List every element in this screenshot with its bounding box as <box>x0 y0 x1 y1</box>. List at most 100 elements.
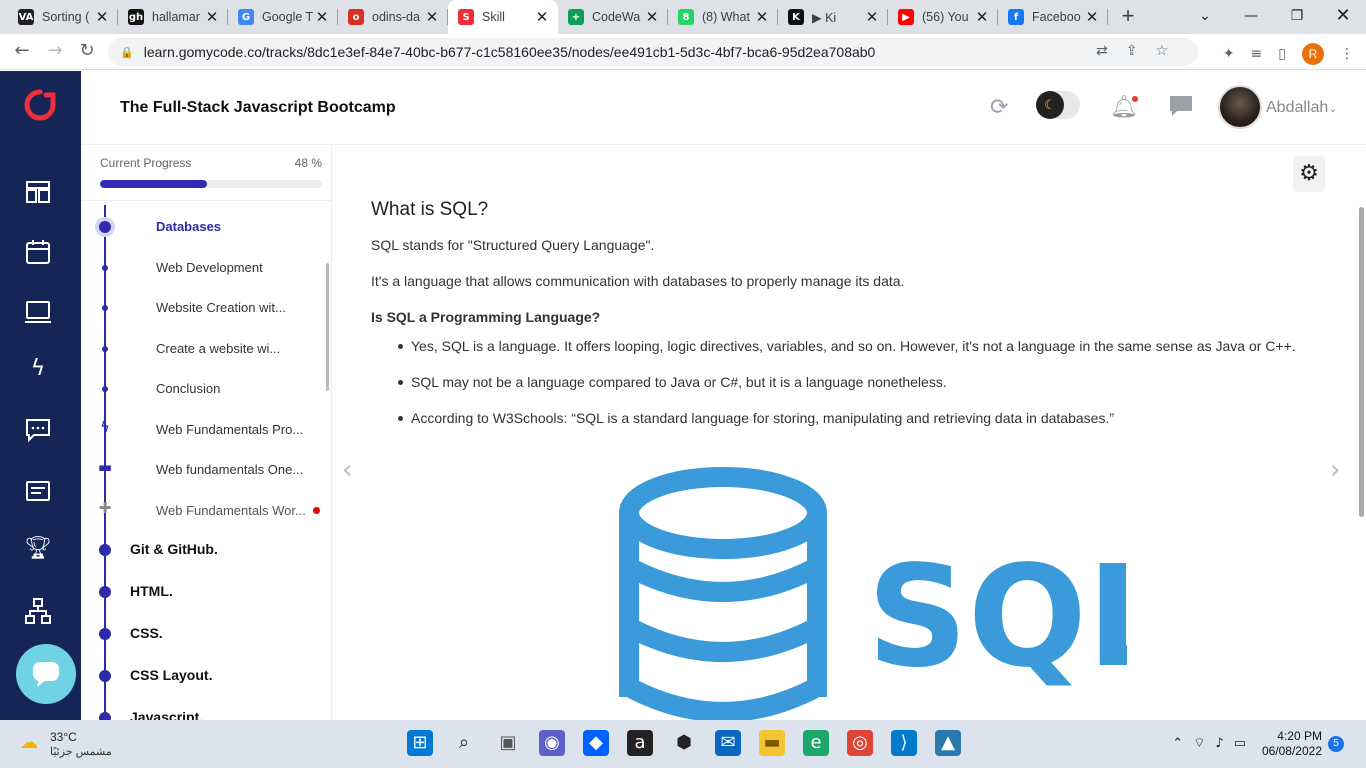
tab-close-icon[interactable]: ✕ <box>644 8 660 26</box>
sidebar-lesson-item[interactable]: Databases <box>81 215 321 239</box>
refresh-icon[interactable]: ⟳ <box>990 95 1008 120</box>
content-scrollbar[interactable] <box>1359 207 1364 517</box>
lightning-icon[interactable]: ϟ <box>24 356 52 384</box>
photos-icon[interactable]: ▲ <box>935 730 961 756</box>
support-chat-button[interactable] <box>16 644 76 704</box>
browser-tab-bar: VA Sorting (✕ gh hallamar ✕ G Google T ✕ o odins-… <box>0 0 1366 34</box>
chrome-icon[interactable]: ◎ <box>847 730 873 756</box>
new-tab-button[interactable]: + <box>1108 0 1148 34</box>
clock[interactable]: 4:20 PM 06/08/2022 <box>1262 729 1322 759</box>
browser-tab[interactable]: S Skill ✕ <box>448 0 558 34</box>
temperature: 33°C <box>50 730 77 744</box>
close-window-button[interactable]: ✕ <box>1320 0 1366 34</box>
avatar[interactable] <box>1218 85 1262 129</box>
search-icon[interactable]: ⌕ <box>451 730 477 756</box>
sidebar-lesson-item[interactable]: Create a website wi... <box>81 337 321 361</box>
sidebar-lesson-item[interactable]: ▬ Web fundamentals One... <box>81 458 321 482</box>
browser-tab[interactable]: gh hallamar ✕ <box>118 0 228 34</box>
sidebar-section[interactable]: Javascript. <box>81 705 321 720</box>
progress-bar <box>100 180 322 188</box>
gomycode-logo[interactable] <box>24 89 56 121</box>
dark-mode-toggle[interactable]: ☾ <box>1036 91 1080 119</box>
back-icon[interactable]: ← <box>10 40 34 61</box>
sidebar-lesson-item[interactable]: Conclusion <box>81 377 321 401</box>
sidebar-section[interactable]: Git & GitHub. <box>81 537 321 563</box>
calendar-icon[interactable] <box>24 238 52 266</box>
tab-title: Faceboo <box>1032 10 1081 24</box>
user-menu[interactable]: Abdallah⌄ <box>1266 99 1338 117</box>
courses-icon[interactable] <box>24 178 52 206</box>
tab-title: hallamar <box>152 10 200 24</box>
forward-icon[interactable]: → <box>43 40 67 61</box>
next-arrow-icon[interactable]: › <box>1330 455 1340 485</box>
news-icon[interactable] <box>24 477 52 505</box>
lesson-heading: What is SQL? <box>371 199 489 220</box>
media-icon[interactable]: ≡ <box>1251 46 1263 62</box>
tab-close-icon[interactable]: ✕ <box>974 8 990 26</box>
browser-tab[interactable]: o odins-da ✕ <box>338 0 448 34</box>
tab-close-icon[interactable]: ✕ <box>424 8 440 26</box>
tab-close-icon[interactable]: ✕ <box>314 8 330 26</box>
chat-icon: ▬ <box>97 458 113 476</box>
task-view-icon[interactable]: ▣ <box>495 730 521 756</box>
course-title: The Full-Stack Javascript Bootcamp <box>120 99 396 116</box>
section-dot <box>99 628 111 640</box>
bullet-2: SQL may not be a language compared to Ja… <box>398 374 947 390</box>
browser-tab[interactable]: 8 (8) What ✕ <box>668 0 778 34</box>
teams-chat-icon[interactable]: ◉ <box>539 730 565 756</box>
chat-icon[interactable] <box>24 416 52 444</box>
profile-avatar[interactable]: R <box>1302 43 1324 65</box>
browser-tab[interactable]: + CodeWa ✕ <box>558 0 668 34</box>
previous-arrow-icon[interactable]: ‹ <box>342 455 352 485</box>
omnibox-icons[interactable]: ⇄⇪☆ <box>1096 43 1186 59</box>
minimize-button[interactable]: — <box>1228 0 1274 34</box>
tab-close-icon[interactable]: ✕ <box>534 8 550 26</box>
vscode-icon[interactable]: ⟩ <box>891 730 917 756</box>
trophy-icon[interactable]: 🏆︎ <box>24 536 52 564</box>
sidebar-lesson-item[interactable]: Web Development <box>81 256 321 280</box>
tab-title: odins-da <box>372 10 420 24</box>
tab-search-icon[interactable]: ⌄ <box>1182 0 1228 34</box>
sidebar-section[interactable]: CSS Layout. <box>81 663 321 689</box>
sidebar-lesson-item[interactable]: Website Creation wit... <box>81 296 321 320</box>
tab-favicon-icon: S <box>458 9 474 25</box>
amazon-icon[interactable]: a <box>627 730 653 756</box>
tab-close-icon[interactable]: ✕ <box>1084 8 1100 26</box>
url-field[interactable]: 🔒 learn.gomycode.co/tracks/8dc1e3ef-84e7… <box>108 38 1198 66</box>
menu-icon[interactable]: ⋮ <box>1340 46 1354 62</box>
tab-close-icon[interactable]: ✕ <box>754 8 770 26</box>
sidebar-section[interactable]: HTML. <box>81 579 321 605</box>
tab-close-icon[interactable]: ✕ <box>864 8 880 26</box>
tab-close-icon[interactable]: ✕ <box>204 8 220 26</box>
browser-tab[interactable]: ▶ (56) You ✕ <box>888 0 998 34</box>
browser-tab[interactable]: f Faceboo ✕ <box>998 0 1108 34</box>
notification-count[interactable]: 5 <box>1328 736 1344 752</box>
file-explorer-icon[interactable]: ▬ <box>759 730 785 756</box>
browser-tab[interactable]: VA Sorting (✕ <box>8 0 118 34</box>
sitemap-icon[interactable] <box>24 597 52 625</box>
browser-tab[interactable]: G Google T ✕ <box>228 0 338 34</box>
sidebar-scrollbar[interactable] <box>326 263 329 391</box>
laptop-icon[interactable] <box>24 298 52 326</box>
app-icon[interactable]: ⬢ <box>671 730 697 756</box>
sidebar-lesson-item[interactable]: ϟ Web Fundamentals Pro... <box>81 418 321 442</box>
system-tray[interactable]: ⌃⌔♪▭ <box>1172 735 1256 751</box>
edge-icon[interactable]: e <box>803 730 829 756</box>
sidebar-lesson-item[interactable]: ✚ Web Fundamentals Wor... <box>81 499 321 523</box>
sidebar-item-label: Website Creation wit... <box>156 300 286 315</box>
sidebar-section[interactable]: CSS. <box>81 621 321 647</box>
browser-tab[interactable]: K ▶ Ki ✕ <box>778 0 888 34</box>
tab-favicon-icon: + <box>568 9 584 25</box>
reload-icon[interactable]: ↻ <box>75 40 99 61</box>
chevron-down-icon: ⌄ <box>1328 103 1338 115</box>
restore-button[interactable]: ❐ <box>1274 0 1320 34</box>
side-panel-icon[interactable]: ▯ <box>1278 46 1286 62</box>
extensions-icon[interactable]: ✦ <box>1223 46 1235 62</box>
mail-icon[interactable]: ✉ <box>715 730 741 756</box>
tab-close-icon[interactable]: ✕ <box>94 8 110 26</box>
messages-icon[interactable] <box>1169 95 1193 123</box>
dropbox-icon[interactable]: ◆ <box>583 730 609 756</box>
windows-start-icon[interactable]: ⊞ <box>407 730 433 756</box>
settings-gear-icon[interactable]: ⚙ <box>1293 156 1325 192</box>
tab-title: ▶ Ki <box>812 10 837 25</box>
